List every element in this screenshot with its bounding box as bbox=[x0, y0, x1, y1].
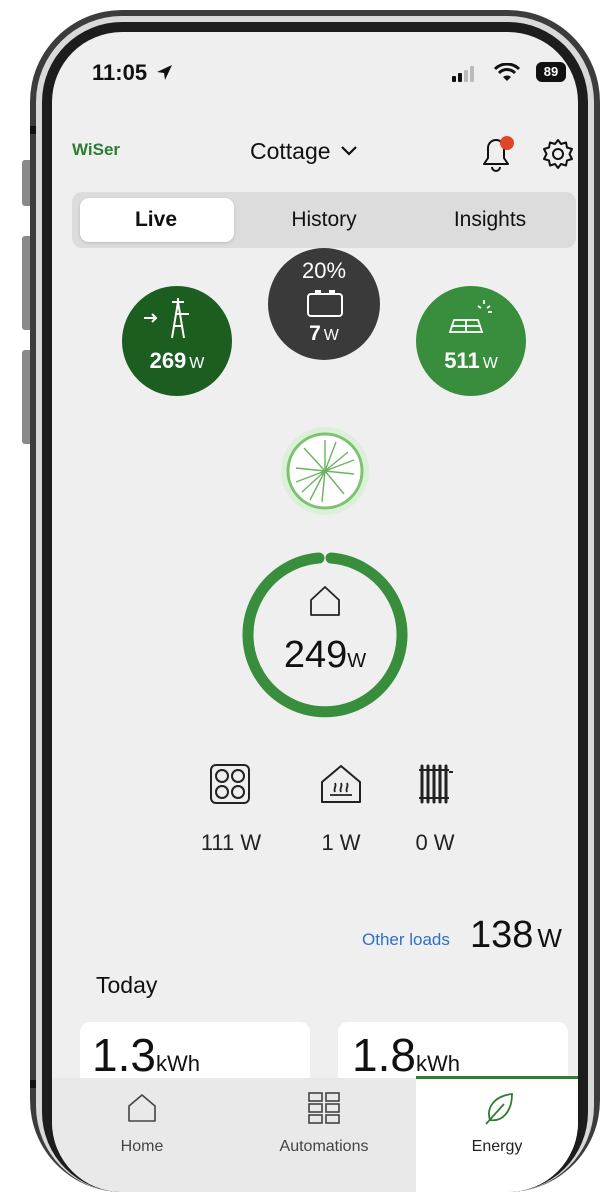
volume-up-button bbox=[22, 236, 30, 330]
other-loads-unit: W bbox=[537, 923, 562, 953]
grid-pylon-icon bbox=[144, 298, 189, 339]
frame-band bbox=[30, 1080, 36, 1088]
nav-energy[interactable]: Energy bbox=[416, 1078, 578, 1192]
notification-dot bbox=[500, 136, 514, 150]
wifi-icon bbox=[494, 63, 520, 81]
location-arrow-icon bbox=[157, 65, 173, 80]
nav-home-label: Home bbox=[120, 1138, 164, 1155]
bell-icon bbox=[483, 136, 514, 172]
battery-percent: 20% bbox=[301, 258, 347, 283]
nav-energy-label: Energy bbox=[471, 1138, 523, 1155]
today-card-unit: kWh bbox=[155, 1051, 200, 1076]
solar-power-unit: W bbox=[482, 355, 498, 372]
wiser-logo: WiSer bbox=[72, 140, 121, 159]
tab-history[interactable]: History bbox=[244, 208, 404, 232]
cooktop-icon bbox=[210, 764, 250, 804]
today-card-value: 1.8 bbox=[352, 1029, 416, 1081]
location-selector[interactable]: Cottage bbox=[250, 138, 357, 165]
app-screen: 11:05 89 WiSer Cottage Live History Insi… bbox=[52, 32, 578, 1192]
nav-home[interactable]: Home bbox=[62, 1078, 222, 1192]
solar-panel-icon bbox=[448, 300, 492, 333]
status-time: 11:05 bbox=[92, 60, 173, 86]
home-icon bbox=[128, 1094, 156, 1122]
battery-icon bbox=[307, 290, 343, 317]
other-loads-link[interactable]: Other loads bbox=[362, 930, 450, 950]
house-consumption: 249W bbox=[242, 634, 408, 677]
nav-automations[interactable]: Automations bbox=[244, 1078, 404, 1192]
today-heading: Today bbox=[96, 972, 158, 998]
radiator-power: 0 W bbox=[415, 830, 455, 855]
grid-icon bbox=[308, 1092, 340, 1124]
house-consumption-unit: W bbox=[347, 650, 367, 672]
gear-icon bbox=[543, 139, 573, 169]
house-icon bbox=[310, 586, 340, 616]
frame-band bbox=[30, 126, 36, 134]
volume-down-button bbox=[22, 350, 30, 444]
today-card-unit: kWh bbox=[415, 1051, 460, 1076]
settings-button[interactable] bbox=[542, 138, 574, 170]
leaf-icon bbox=[485, 1092, 513, 1125]
battery-power-value: 7 bbox=[309, 322, 321, 345]
solar-power-value: 511 bbox=[444, 348, 480, 373]
tab-insights[interactable]: Insights bbox=[410, 208, 570, 232]
notifications-button[interactable] bbox=[476, 132, 516, 172]
grid-power-node[interactable]: 269 W bbox=[122, 286, 232, 396]
other-loads-value: 138 bbox=[470, 914, 534, 956]
tab-live[interactable]: Live bbox=[76, 208, 236, 232]
battery-indicator: 89 bbox=[536, 62, 566, 82]
floor-heating-power: 1 W bbox=[321, 830, 361, 855]
location-name: Cottage bbox=[250, 138, 331, 164]
cooktop-power: 111 W bbox=[200, 830, 262, 855]
grid-power-unit: W bbox=[189, 355, 205, 372]
today-card-value: 1.3 bbox=[92, 1029, 156, 1081]
grid-power-value: 269 bbox=[149, 348, 187, 373]
energy-flow-burst bbox=[281, 427, 369, 515]
chevron-down-icon bbox=[341, 146, 357, 156]
house-consumption-value: 249 bbox=[283, 634, 348, 676]
signal-icon bbox=[452, 66, 474, 82]
other-loads-power: 138 W bbox=[470, 914, 562, 957]
battery-power-unit: W bbox=[323, 327, 339, 344]
radiator-icon bbox=[419, 764, 453, 804]
floor-heating-icon bbox=[321, 765, 361, 803]
battery-power-node[interactable]: 20% 7W bbox=[268, 248, 380, 360]
mute-switch bbox=[22, 160, 30, 206]
solar-power-node[interactable]: 511 W bbox=[416, 286, 526, 396]
nav-automations-label: Automations bbox=[279, 1138, 369, 1155]
